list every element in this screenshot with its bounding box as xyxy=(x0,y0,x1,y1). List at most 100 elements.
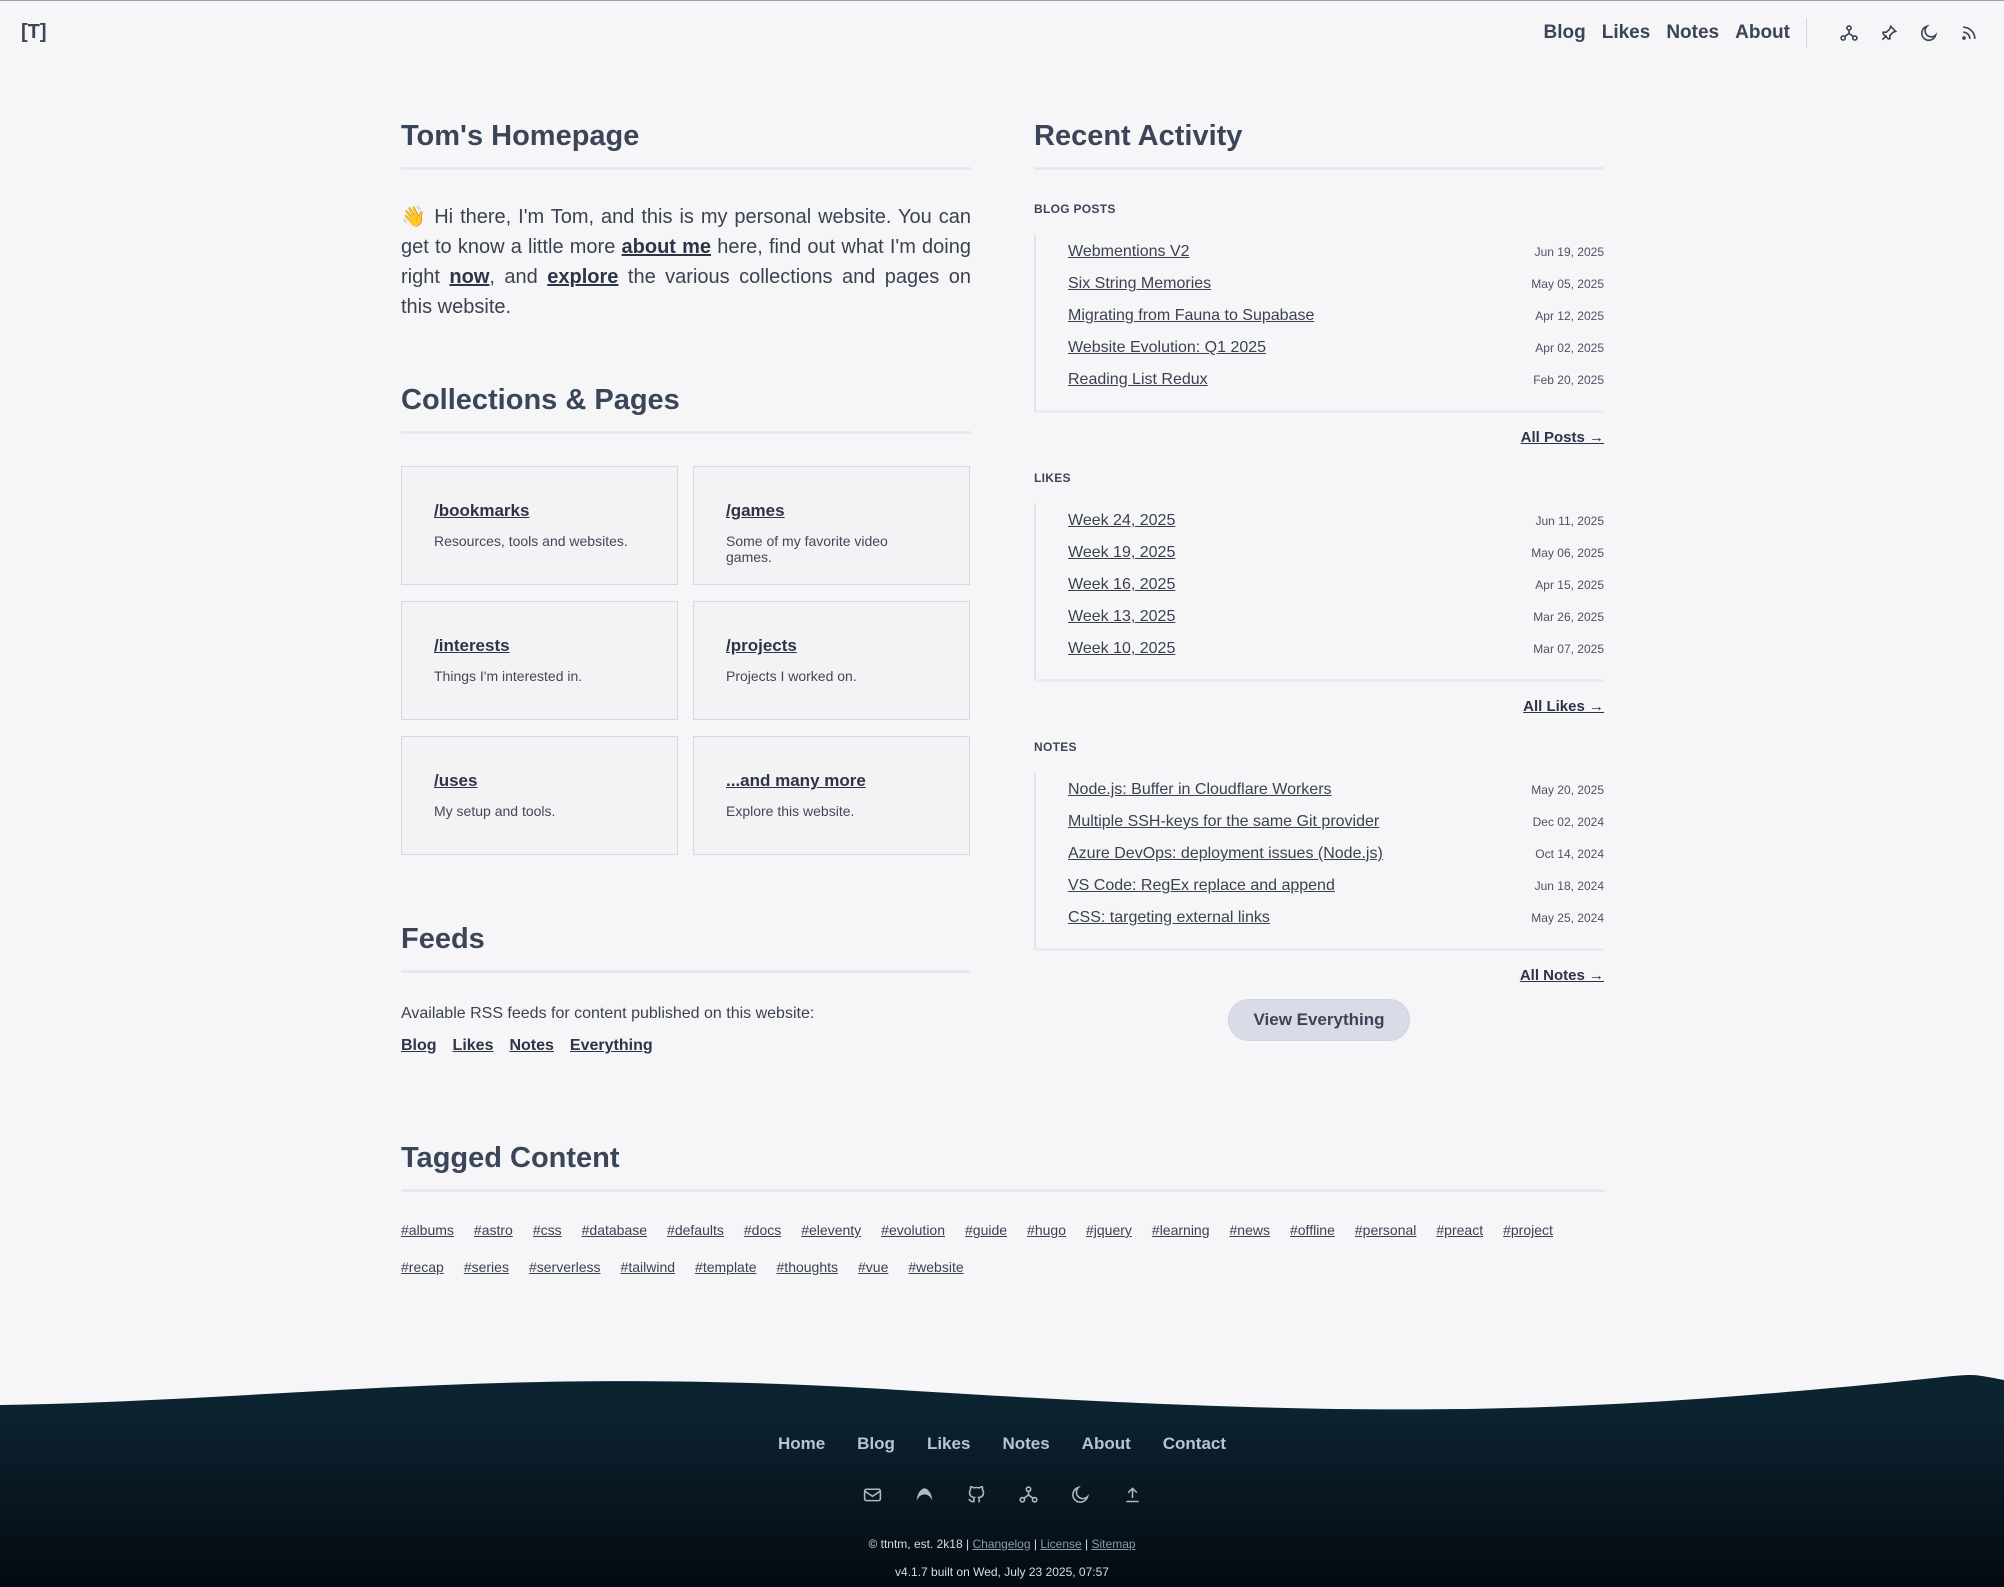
list-item: Week 19, 2025 May 06, 2025 xyxy=(1068,544,1604,561)
tag-link[interactable]: #eleventy xyxy=(801,1222,861,1245)
tag-link[interactable]: #learning xyxy=(1152,1222,1210,1245)
intro-paragraph: 👋 Hi there, I'm Tom, and this is my pers… xyxy=(401,206,972,318)
tag-link[interactable]: #albums xyxy=(401,1222,454,1245)
feed-everything-link[interactable]: Everything xyxy=(570,1037,653,1055)
tag-link[interactable]: #defaults xyxy=(667,1222,724,1245)
explore-link[interactable]: explore xyxy=(547,266,618,288)
list-item: Website Evolution: Q1 2025 Apr 02, 2025 xyxy=(1068,339,1604,356)
all-posts-link[interactable]: All Posts → xyxy=(1521,429,1604,446)
tag-link[interactable]: #thoughts xyxy=(777,1259,839,1282)
pin-icon[interactable] xyxy=(1877,21,1901,45)
github-icon[interactable] xyxy=(964,1482,988,1506)
tag-link[interactable]: #evolution xyxy=(881,1222,945,1245)
tag-link[interactable]: #personal xyxy=(1355,1222,1417,1245)
list-item: Node.js: Buffer in Cloudflare Workers May… xyxy=(1068,781,1604,798)
tag-link[interactable]: #css xyxy=(533,1222,562,1245)
tag-link[interactable]: #tailwind xyxy=(621,1259,675,1282)
tag-link[interactable]: #jquery xyxy=(1086,1222,1132,1245)
feeds-links: Blog Likes Notes Everything xyxy=(401,1037,971,1055)
tag-link[interactable]: #template xyxy=(695,1259,756,1282)
tag-link[interactable]: #news xyxy=(1230,1222,1270,1245)
site-logo[interactable]: [T] xyxy=(21,21,47,44)
collections-grid: /bookmarks Resources, tools and websites.… xyxy=(401,466,971,855)
list-item: Multiple SSH-keys for the same Git provi… xyxy=(1068,813,1604,830)
mail-icon[interactable] xyxy=(860,1482,884,1506)
card-bookmarks[interactable]: /bookmarks Resources, tools and websites. xyxy=(401,466,678,585)
nav-about[interactable]: About xyxy=(1735,22,1790,44)
nav-blog[interactable]: Blog xyxy=(1544,22,1586,44)
tag-link[interactable]: #series xyxy=(464,1259,509,1282)
collections-title: Collections & Pages xyxy=(401,384,971,434)
tag-link[interactable]: #hugo xyxy=(1027,1222,1066,1245)
feed-blog-link[interactable]: Blog xyxy=(401,1037,437,1055)
feed-likes-link[interactable]: Likes xyxy=(453,1037,494,1055)
site-footer: Home Blog Likes Notes About Contact © tt… xyxy=(0,1410,2004,1587)
tagged-content: Tagged Content #albums #astro #css #databas… xyxy=(401,1142,1604,1282)
tagged-content-title: Tagged Content xyxy=(401,1142,1604,1192)
feed-notes-link[interactable]: Notes xyxy=(509,1037,553,1055)
license-link[interactable]: License xyxy=(1040,1537,1081,1551)
network-icon[interactable] xyxy=(1016,1482,1040,1506)
list-item: Webmentions V2 Jun 19, 2025 xyxy=(1068,243,1604,260)
view-everything-button[interactable]: View Everything xyxy=(1228,999,1410,1041)
tag-list: #albums #astro #css #database #defaults #docs… xyxy=(401,1222,1604,1282)
card-interests[interactable]: /interests Things I'm interested in. xyxy=(401,601,678,720)
tag-link[interactable]: #recap xyxy=(401,1259,444,1282)
now-link[interactable]: now xyxy=(449,266,489,288)
tag-link[interactable]: #astro xyxy=(474,1222,513,1245)
sitemap-link[interactable]: Sitemap xyxy=(1092,1537,1136,1551)
tag-link[interactable]: #vue xyxy=(858,1259,888,1282)
footer-about[interactable]: About xyxy=(1082,1434,1131,1454)
moon-icon[interactable] xyxy=(1917,21,1941,45)
footer-contact[interactable]: Contact xyxy=(1163,1434,1226,1454)
changelog-link[interactable]: Changelog xyxy=(972,1537,1030,1551)
rss-icon[interactable] xyxy=(1957,21,1981,45)
footer-home[interactable]: Home xyxy=(778,1434,825,1454)
notes-label: NOTES xyxy=(1034,740,1077,754)
tag-link[interactable]: #docs xyxy=(744,1222,781,1245)
about-me-link[interactable]: about me xyxy=(622,236,712,258)
likes-label: LIKES xyxy=(1034,471,1071,485)
recent-activity-title: Recent Activity xyxy=(1034,120,1604,170)
top-border xyxy=(0,0,2004,1)
mastodon-icon[interactable] xyxy=(912,1482,936,1506)
upload-icon[interactable] xyxy=(1120,1482,1144,1506)
card-uses[interactable]: /uses My setup and tools. xyxy=(401,736,678,855)
card-more[interactable]: ...and many more Explore this website. xyxy=(693,736,970,855)
list-item: Week 24, 2025 Jun 11, 2025 xyxy=(1068,512,1604,529)
list-item: Reading List Redux Feb 20, 2025 xyxy=(1068,371,1604,388)
nav-divider xyxy=(1806,18,1807,48)
list-item: Migrating from Fauna to Supabase Apr 12, … xyxy=(1068,307,1604,324)
homepage-title: Tom's Homepage xyxy=(401,120,971,170)
tag-link[interactable]: #website xyxy=(908,1259,963,1282)
list-item: Week 10, 2025 Mar 07, 2025 xyxy=(1068,640,1604,657)
nav-notes[interactable]: Notes xyxy=(1666,22,1719,44)
moon-icon[interactable] xyxy=(1068,1482,1092,1506)
tag-link[interactable]: #guide xyxy=(965,1222,1007,1245)
tag-link[interactable]: #project xyxy=(1503,1222,1553,1245)
nav-likes[interactable]: Likes xyxy=(1602,22,1651,44)
footer-nav: Home Blog Likes Notes About Contact xyxy=(0,1434,2004,1454)
footer-likes[interactable]: Likes xyxy=(927,1434,970,1454)
likes-list: Week 24, 2025 Jun 11, 2025 Week 19, 2025 M… xyxy=(1034,503,1604,682)
all-notes-link[interactable]: All Notes → xyxy=(1520,967,1604,984)
footer-icons xyxy=(0,1482,2004,1506)
list-item: Azure DevOps: deployment issues (Node.js… xyxy=(1068,845,1604,862)
tag-link[interactable]: #serverless xyxy=(529,1259,601,1282)
tag-link[interactable]: #offline xyxy=(1290,1222,1335,1245)
list-item: VS Code: RegEx replace and append Jun 18,… xyxy=(1068,877,1604,894)
list-item: Six String Memories May 05, 2025 xyxy=(1068,275,1604,292)
network-icon[interactable] xyxy=(1837,21,1861,45)
feeds-text: Available RSS feeds for content publishe… xyxy=(401,1005,815,1022)
footer-blog[interactable]: Blog xyxy=(857,1434,895,1454)
card-projects[interactable]: /projects Projects I worked on. xyxy=(693,601,970,720)
card-games[interactable]: /games Some of my favorite video games. xyxy=(693,466,970,585)
tag-link[interactable]: #preact xyxy=(1436,1222,1483,1245)
left-column: Tom's Homepage 👋 Hi there, I'm Tom, and … xyxy=(401,120,971,1055)
feeds-title: Feeds xyxy=(401,923,971,973)
list-item: Week 16, 2025 Apr 15, 2025 xyxy=(1068,576,1604,593)
main-nav: Blog Likes Notes About xyxy=(1528,18,1981,48)
footer-notes[interactable]: Notes xyxy=(1002,1434,1049,1454)
all-likes-link[interactable]: All Likes → xyxy=(1523,698,1604,715)
tag-link[interactable]: #database xyxy=(582,1222,647,1245)
